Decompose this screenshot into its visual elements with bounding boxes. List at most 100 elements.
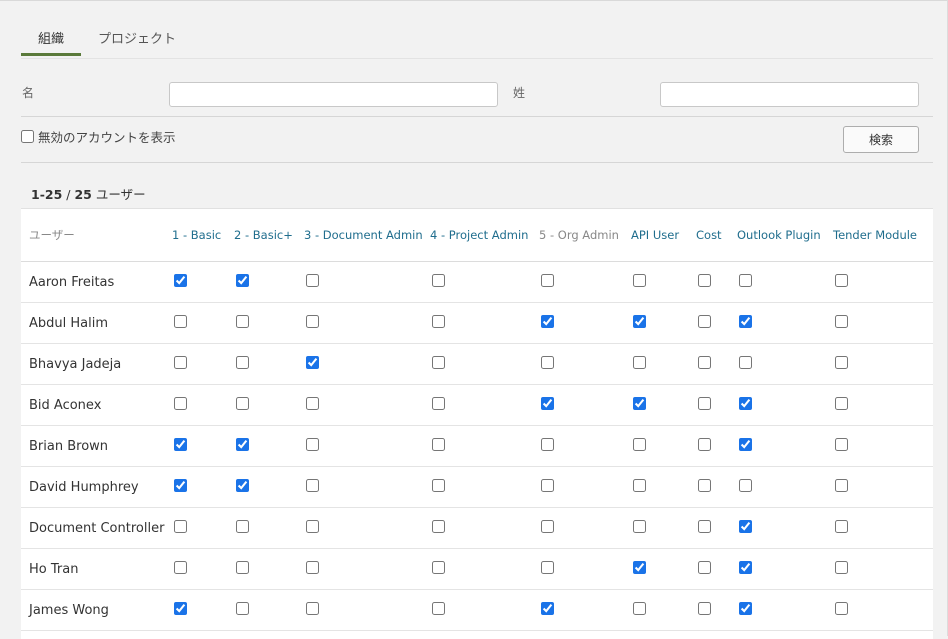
permission-checkbox[interactable] (698, 273, 711, 287)
permission-checkbox[interactable] (306, 273, 319, 287)
permission-checkbox[interactable] (698, 519, 711, 533)
show-disabled-checkbox[interactable] (21, 130, 34, 143)
permission-checkbox[interactable] (835, 519, 848, 533)
column-header-document-admin[interactable]: 3 - Document Admin (304, 209, 430, 262)
user-name[interactable]: Ho Tran (21, 548, 172, 590)
permission-checkbox[interactable] (633, 355, 646, 369)
permission-checkbox[interactable] (236, 519, 249, 533)
permission-checkbox[interactable] (174, 273, 187, 287)
column-header-cost[interactable]: Cost (696, 209, 737, 262)
permission-checkbox[interactable] (306, 519, 319, 533)
permission-checkbox[interactable] (739, 437, 752, 451)
user-name[interactable]: Document Controller (21, 507, 172, 549)
permission-checkbox[interactable] (541, 273, 554, 287)
first-name-input[interactable] (169, 82, 498, 107)
permission-checkbox[interactable] (432, 355, 445, 369)
permission-checkbox[interactable] (739, 519, 752, 533)
permission-checkbox[interactable] (306, 355, 319, 369)
permission-checkbox[interactable] (835, 560, 848, 574)
permission-checkbox[interactable] (739, 355, 752, 369)
search-button[interactable]: 検索 (843, 126, 919, 153)
permission-checkbox[interactable] (835, 437, 848, 451)
column-header-project-admin[interactable]: 4 - Project Admin (430, 209, 539, 262)
permission-checkbox[interactable] (306, 437, 319, 451)
permission-checkbox[interactable] (236, 560, 249, 574)
permission-checkbox[interactable] (633, 396, 646, 410)
permission-checkbox[interactable] (698, 314, 711, 328)
permission-checkbox[interactable] (432, 601, 445, 615)
last-name-input[interactable] (660, 82, 919, 107)
permission-checkbox[interactable] (835, 601, 848, 615)
permission-checkbox[interactable] (633, 519, 646, 533)
permission-checkbox[interactable] (174, 314, 187, 328)
permission-checkbox[interactable] (432, 519, 445, 533)
permission-checkbox[interactable] (633, 478, 646, 492)
permission-checkbox[interactable] (541, 396, 554, 410)
permission-checkbox[interactable] (541, 560, 554, 574)
permission-checkbox[interactable] (174, 560, 187, 574)
permission-checkbox[interactable] (541, 519, 554, 533)
permission-checkbox[interactable] (633, 273, 646, 287)
permission-checkbox[interactable] (698, 478, 711, 492)
permission-checkbox[interactable] (432, 437, 445, 451)
permission-checkbox[interactable] (236, 478, 249, 492)
user-name[interactable]: Abdul Halim (21, 302, 172, 344)
permission-checkbox[interactable] (174, 355, 187, 369)
show-disabled-accounts[interactable]: 無効のアカウントを表示 (21, 127, 176, 146)
permission-checkbox[interactable] (633, 560, 646, 574)
permission-checkbox[interactable] (739, 396, 752, 410)
permission-checkbox[interactable] (739, 314, 752, 328)
permission-checkbox[interactable] (236, 396, 249, 410)
permission-checkbox[interactable] (174, 478, 187, 492)
permission-checkbox[interactable] (739, 273, 752, 287)
permission-checkbox[interactable] (236, 355, 249, 369)
permission-checkbox[interactable] (432, 396, 445, 410)
permission-checkbox[interactable] (432, 314, 445, 328)
permission-checkbox[interactable] (835, 355, 848, 369)
permission-checkbox[interactable] (432, 560, 445, 574)
permission-checkbox[interactable] (236, 437, 249, 451)
column-header-tender-module[interactable]: Tender Module (833, 209, 933, 262)
user-name[interactable]: Aaron Freitas (21, 261, 172, 303)
permission-checkbox[interactable] (698, 355, 711, 369)
permission-checkbox[interactable] (835, 314, 848, 328)
permission-checkbox[interactable] (633, 314, 646, 328)
permission-checkbox[interactable] (698, 437, 711, 451)
user-name[interactable]: Bid Aconex (21, 384, 172, 426)
permission-checkbox[interactable] (541, 355, 554, 369)
permission-checkbox[interactable] (174, 396, 187, 410)
tab-project[interactable]: プロジェクト (98, 28, 176, 47)
permission-checkbox[interactable] (698, 560, 711, 574)
permission-checkbox[interactable] (739, 560, 752, 574)
permission-checkbox[interactable] (633, 437, 646, 451)
permission-checkbox[interactable] (432, 478, 445, 492)
permission-checkbox[interactable] (174, 601, 187, 615)
permission-checkbox[interactable] (306, 560, 319, 574)
permission-checkbox[interactable] (306, 396, 319, 410)
permission-checkbox[interactable] (236, 601, 249, 615)
column-header-outlook-plugin[interactable]: Outlook Plugin (737, 209, 833, 262)
column-header-api-user[interactable]: API User (631, 209, 696, 262)
permission-checkbox[interactable] (174, 519, 187, 533)
user-name[interactable]: James Wong (21, 589, 172, 631)
permission-checkbox[interactable] (432, 273, 445, 287)
permission-checkbox[interactable] (739, 601, 752, 615)
permission-checkbox[interactable] (306, 478, 319, 492)
permission-checkbox[interactable] (236, 273, 249, 287)
permission-checkbox[interactable] (541, 478, 554, 492)
permission-checkbox[interactable] (174, 437, 187, 451)
permission-checkbox[interactable] (835, 478, 848, 492)
permission-checkbox[interactable] (541, 601, 554, 615)
column-header-basic[interactable]: 1 - Basic (172, 209, 234, 262)
user-name[interactable]: Brian Brown (21, 425, 172, 467)
permission-checkbox[interactable] (306, 601, 319, 615)
permission-checkbox[interactable] (236, 314, 249, 328)
permission-checkbox[interactable] (835, 273, 848, 287)
column-header-basic-plus[interactable]: 2 - Basic+ (234, 209, 304, 262)
permission-checkbox[interactable] (541, 314, 554, 328)
permission-checkbox[interactable] (633, 601, 646, 615)
permission-checkbox[interactable] (698, 396, 711, 410)
permission-checkbox[interactable] (739, 478, 752, 492)
permission-checkbox[interactable] (698, 601, 711, 615)
user-name[interactable]: Bhavya Jadeja (21, 343, 172, 385)
